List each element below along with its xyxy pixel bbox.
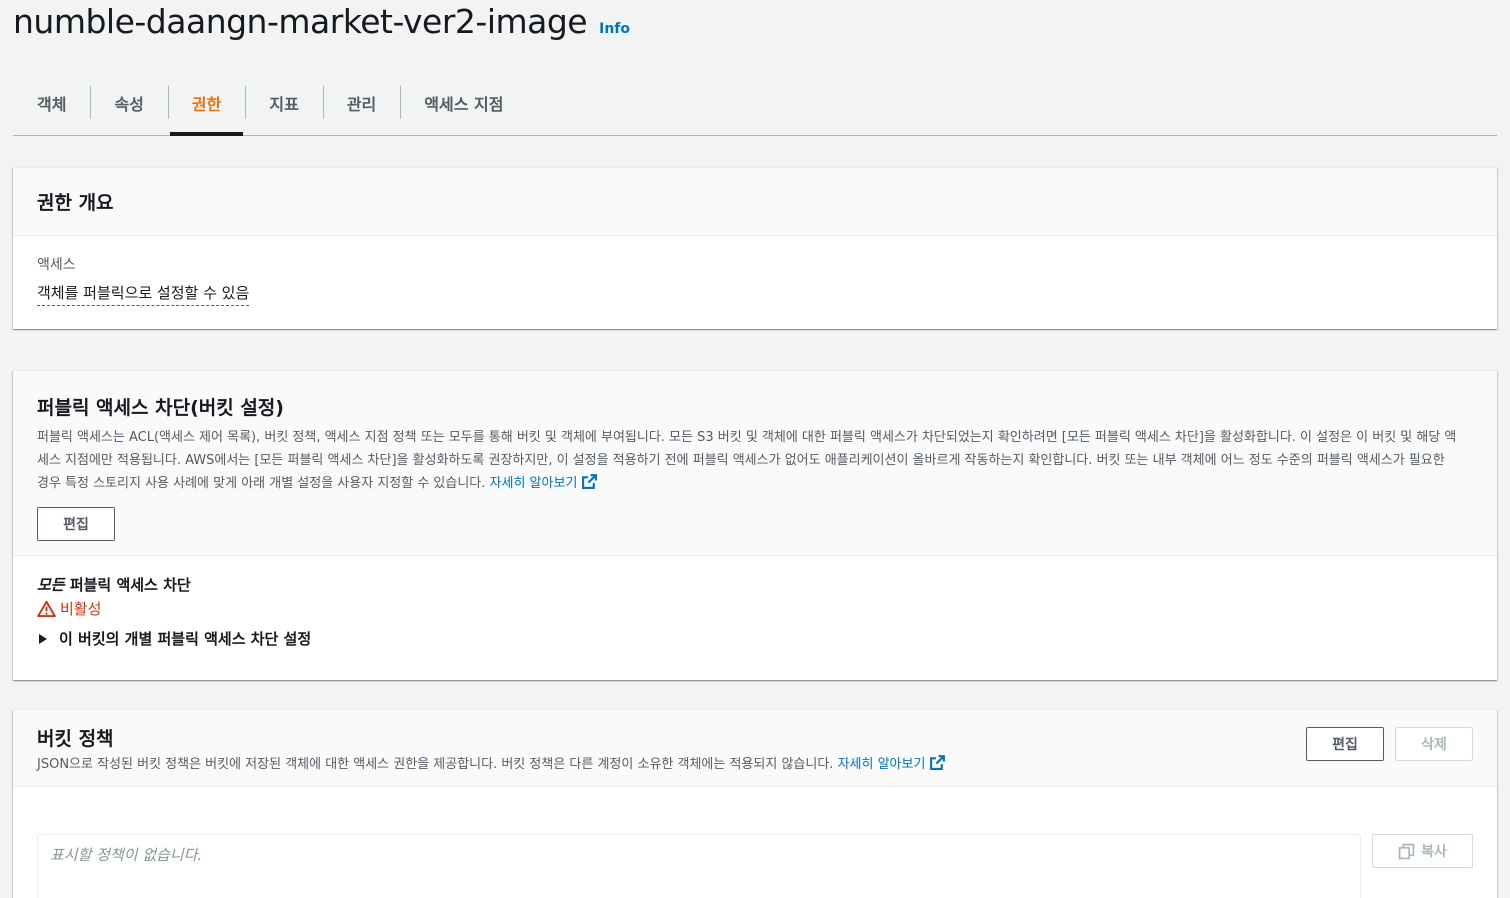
access-label: 액세스 — [37, 257, 76, 273]
status-text: 비활성 — [60, 600, 102, 618]
block-public-access-description-text: 퍼블릭 액세스는 ACL(액세스 제어 목록), 버킷 정책, 액세스 지점 정… — [37, 430, 1457, 491]
tab-objects[interactable]: 객체 — [13, 70, 90, 135]
tab-metrics[interactable]: 지표 — [245, 70, 322, 135]
individual-settings-label: 이 버킷의 개별 퍼블릭 액세스 차단 설정 — [59, 630, 312, 648]
block-public-access-header: 퍼블릭 액세스 차단(버킷 설정) 퍼블릭 액세스는 ACL(액세스 제어 목록… — [13, 371, 1497, 556]
tab-management[interactable]: 관리 — [322, 70, 400, 135]
bucket-policy-delete-button[interactable]: 삭제 — [1395, 727, 1473, 761]
copy-button[interactable]: 복사 — [1372, 834, 1473, 868]
block-all-title-rest: 퍼블릭 액세스 차단 — [64, 576, 191, 594]
bucket-policy-description: JSON으로 작성된 버킷 정책은 버킷에 저장된 객체에 대한 액세스 권한을… — [37, 753, 1473, 776]
block-public-access-learn-more-link[interactable]: 자세히 알아보기 — [489, 474, 599, 491]
bucket-policy-learn-more-link[interactable]: 자세히 알아보기 — [837, 755, 947, 772]
block-public-access-description: 퍼블릭 액세스는 ACL(액세스 제어 목록), 버킷 정책, 액세스 지점 정… — [37, 426, 1473, 495]
bucket-policy-description-text: JSON으로 작성된 버킷 정책은 버킷에 저장된 객체에 대한 액세스 권한을… — [37, 757, 834, 772]
block-all-status: 비활성 — [37, 598, 1473, 619]
tab-properties[interactable]: 속성 — [90, 70, 167, 135]
permissions-overview-panel: 권한 개요 액세스 객체를 퍼블릭으로 설정할 수 있음 — [13, 167, 1497, 329]
bucket-policy-panel: 버킷 정책 JSON으로 작성된 버킷 정책은 버킷에 저장된 객체에 대한 액… — [13, 709, 1497, 898]
tab-permissions[interactable]: 권한 — [167, 70, 245, 136]
bucket-policy-header: 버킷 정책 JSON으로 작성된 버킷 정책은 버킷에 저장된 객체에 대한 액… — [13, 710, 1497, 787]
bucket-policy-edit-button[interactable]: 편집 — [1306, 727, 1384, 761]
tab-access-points[interactable]: 액세스 지점 — [400, 70, 527, 135]
individual-settings-expander[interactable]: 이 버킷의 개별 퍼블릭 액세스 차단 설정 — [37, 628, 1473, 649]
info-link[interactable]: Info — [599, 21, 630, 37]
warning-icon — [37, 600, 56, 617]
page-title: numble-daangn-market-ver2-image — [13, 2, 588, 41]
policy-editor[interactable]: 표시할 정책이 없습니다. — [37, 834, 1361, 898]
block-public-access-title: 퍼블릭 액세스 차단(버킷 설정) — [37, 397, 284, 419]
page-header: numble-daangn-market-ver2-image Info — [13, 2, 630, 41]
permissions-overview-title: 권한 개요 — [37, 192, 114, 214]
learn-more-label: 자세히 알아보기 — [489, 476, 578, 491]
caret-right-icon — [39, 633, 47, 644]
learn-more-label: 자세히 알아보기 — [837, 757, 926, 772]
external-link-icon — [582, 474, 598, 489]
block-all-title-emphasis: 모든 — [37, 576, 65, 594]
bucket-policy-title: 버킷 정책 — [37, 728, 114, 750]
access-value[interactable]: 객체를 퍼블릭으로 설정할 수 있음 — [37, 282, 250, 306]
copy-label: 복사 — [1421, 844, 1447, 860]
permissions-overview-header: 권한 개요 — [13, 168, 1497, 236]
block-all-public-access-title: 모든 퍼블릭 액세스 차단 — [37, 574, 1473, 595]
copy-icon — [1398, 843, 1415, 859]
tab-bar: 객체 속성 권한 지표 관리 액세스 지점 — [13, 70, 1497, 136]
external-link-icon — [930, 755, 946, 770]
block-public-access-panel: 퍼블릭 액세스 차단(버킷 설정) 퍼블릭 액세스는 ACL(액세스 제어 목록… — [13, 370, 1497, 680]
block-public-access-edit-button[interactable]: 편집 — [37, 507, 115, 541]
